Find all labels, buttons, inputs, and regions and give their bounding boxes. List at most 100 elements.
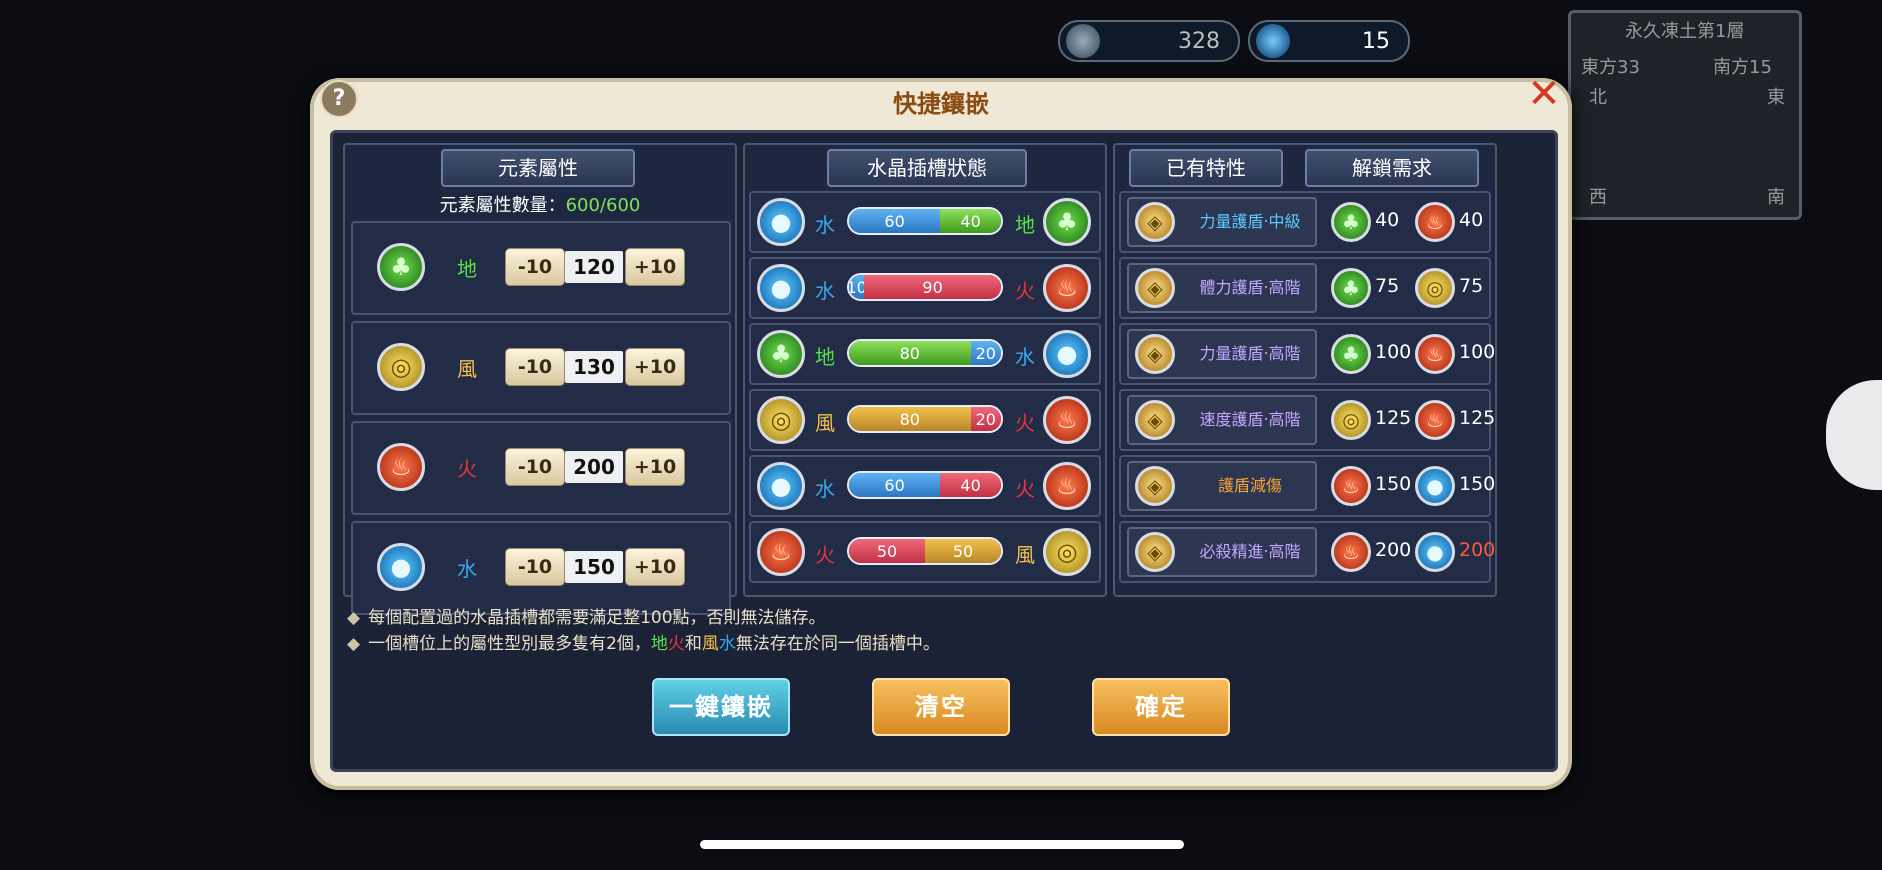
slot-ratio-bar: 80 20 [847,339,1003,367]
slot-left-label: 水 [815,279,835,303]
water-icon: ● [757,462,805,510]
slot-segment-right: 20 [970,407,1001,431]
wind-icon: ◎ [377,343,425,391]
slot-left-label: 風 [815,411,835,435]
home-indicator[interactable] [700,840,1184,849]
map-coord-x: 東方33 [1581,57,1640,78]
element-value: 150 [565,551,623,583]
minimap[interactable]: 永久凍土第1層 東方33 南方15 北 東 西 南 [1568,10,1802,220]
elements-panel: 元素屬性 元素屬性數量：600/600 ♣ 地 -10 120 +10 ◎ 風 -10 130 +… [343,143,737,615]
slot-right-label: 風 [1015,543,1035,567]
note-wind: 風 [701,634,719,654]
slot-ratio-bar: 60 40 [847,471,1003,499]
fire-icon: ♨ [757,528,805,576]
decrease-button[interactable]: -10 [505,248,565,286]
map-west: 西 [1589,187,1607,208]
unlock-requirement-2: 40 [1459,209,1484,231]
element-value: 200 [565,451,623,483]
increase-button[interactable]: +10 [625,448,685,486]
earth-icon: ♣ [1331,202,1371,242]
trait-item[interactable]: ◈ 體力護盾‧高階 [1127,263,1317,313]
fire-icon: ♨ [1043,264,1091,312]
trait-item[interactable]: ◈ 力量護盾‧高階 [1127,329,1317,379]
increase-button[interactable]: +10 [625,248,685,286]
note-and: 和 [684,634,702,654]
decrease-button[interactable]: -10 [505,548,565,586]
decrease-button[interactable]: -10 [505,348,565,386]
element-row-water: ● 水 -10 150 +10 [351,521,731,615]
crystal-slot-row[interactable]: ◎ 風 80 20 火 ♨ [749,389,1101,451]
map-south: 南 [1767,187,1785,208]
trait-item[interactable]: ◈ 必殺精進‧高階 [1127,527,1317,577]
crystal-slot-row[interactable]: ● 水 60 40 火 ♨ [749,455,1101,517]
crystal-slot-row[interactable]: ♨ 火 50 50 風 ◎ [749,521,1101,583]
side-tab-button[interactable] [1826,380,1882,490]
slot-ratio-bar: 50 50 [847,537,1003,565]
earth-icon: ♣ [1331,268,1371,308]
note-line-1-text: 每個配置過的水晶插槽都需要滿足整100點，否則無法儲存。 [368,608,826,628]
note-line-2: ◆ 一個槽位上的屬性型別最多隻有2個，地火和風水無法存在於同一個插槽中。 [347,629,940,654]
slot-left-label: 地 [815,345,835,369]
wind-icon: ◎ [1415,268,1455,308]
fire-icon: ♨ [1415,202,1455,242]
stone-counter: 328 [1058,20,1240,62]
element-row-fire: ♨ 火 -10 200 +10 [351,421,731,515]
slot-left-label: 水 [815,477,835,501]
element-value: 120 [565,251,623,283]
slot-right-label: 地 [1015,213,1035,237]
increase-button[interactable]: +10 [625,348,685,386]
crystal-slot-row[interactable]: ● 水 60 40 地 ♣ [749,191,1101,253]
fire-icon: ♨ [377,443,425,491]
note-water: 水 [718,634,736,654]
earth-icon: ♣ [1043,198,1091,246]
unlock-requirement-2: 125 [1459,407,1496,429]
slot-segment-right: 20 [970,341,1001,365]
element-label: 水 [457,557,477,581]
slot-segment-left: 80 [849,407,971,431]
slot-segment-left: 60 [849,473,941,497]
traits-panel: 已有特性 解鎖需求 ◈ 力量護盾‧中級 ♣ 40 ♨ 40 ◈ 體力護盾‧高階 ♣ 75 ◎ 75 ◈ 力… [1113,143,1497,597]
slot-right-label: 火 [1015,477,1035,501]
trait-name: 護盾減傷 [1217,476,1282,495]
water-icon: ● [377,543,425,591]
trait-item[interactable]: ◈ 力量護盾‧中級 [1127,197,1317,247]
note-earth: 地 [650,634,668,654]
water-icon: ● [1415,532,1455,572]
element-row-earth: ♣ 地 -10 120 +10 [351,221,731,315]
trait-name: 力量護盾‧中級 [1199,212,1301,231]
water-icon: ● [757,198,805,246]
quick-embed-dialog: ? 快捷鑲嵌 ✕ 元素屬性 元素屬性數量：600/600 ♣ 地 -10 120 +10… [310,74,1572,790]
note-line-2-suffix: 無法存在於同一個插槽中。 [735,634,940,654]
shield-icon: ◈ [1135,466,1175,506]
water-icon: ● [1043,330,1091,378]
map-north: 北 [1589,87,1607,108]
slots-header: 水晶插槽狀態 [827,149,1027,187]
crystal-slot-row[interactable]: ♣ 地 80 20 水 ● [749,323,1101,385]
crystal-slot-row[interactable]: ● 水 10 90 火 ♨ [749,257,1101,319]
slot-segment-left: 10 [849,275,867,299]
decrease-button[interactable]: -10 [505,448,565,486]
increase-button[interactable]: +10 [625,548,685,586]
map-east: 東 [1767,87,1785,108]
unlock-header: 解鎖需求 [1305,149,1479,187]
slot-right-label: 水 [1015,345,1035,369]
slot-segment-left: 50 [849,539,925,563]
close-icon[interactable]: ✕ [1526,74,1562,114]
unlock-requirement-1: 100 [1375,341,1412,363]
trait-row: ◈ 體力護盾‧高階 ♣ 75 ◎ 75 [1119,257,1491,319]
trait-row: ◈ 力量護盾‧高階 ♣ 100 ♨ 100 [1119,323,1495,385]
unlock-requirement-2: 75 [1459,275,1484,297]
elements-header: 元素屬性 [441,149,635,187]
crystal-count: 15 [1362,28,1390,54]
water-icon: ● [1415,466,1455,506]
confirm-button[interactable]: 確定 [1092,678,1230,736]
element-label: 風 [457,357,477,381]
element-count-label: 元素屬性數量： [439,195,566,216]
clear-button[interactable]: 清空 [872,678,1010,736]
trait-item[interactable]: ◈ 護盾減傷 [1127,461,1317,511]
auto-embed-button[interactable]: 一鍵鑲嵌 [652,678,790,736]
dialog-content: 元素屬性 元素屬性數量：600/600 ♣ 地 -10 120 +10 ◎ 風 -10 130 +… [330,130,1558,772]
trait-item[interactable]: ◈ 速度護盾‧高階 [1127,395,1317,445]
trait-row: ◈ 護盾減傷 ♨ 150 ● 150 [1119,455,1495,517]
wind-icon: ◎ [1043,528,1091,576]
